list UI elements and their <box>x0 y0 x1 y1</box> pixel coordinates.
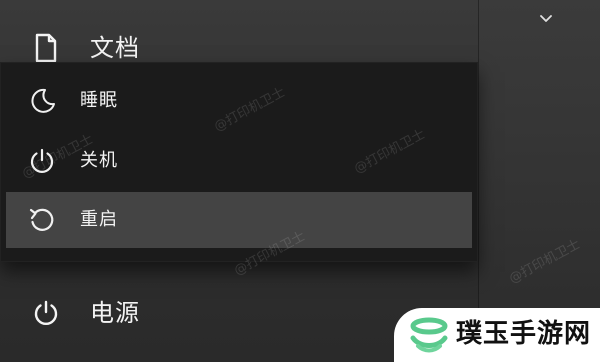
sleep-menu-item[interactable]: 睡眠 <box>0 72 478 130</box>
chevron-down-icon[interactable] <box>538 10 554 26</box>
brand-name: 璞玉手游网 <box>456 319 592 349</box>
logo-icon <box>406 316 452 356</box>
shutdown-menu-item[interactable]: 关机 <box>0 132 478 190</box>
power-icon <box>24 143 60 179</box>
restart-icon <box>24 202 60 238</box>
brand-logo-badge: 璞玉手游网 <box>394 308 600 362</box>
documents-label: 文档 <box>90 34 140 62</box>
power-icon <box>28 295 64 331</box>
sleep-label: 睡眠 <box>80 90 118 111</box>
document-icon <box>28 30 64 66</box>
restart-label: 重启 <box>80 209 118 230</box>
shutdown-label: 关机 <box>80 150 118 171</box>
power-flyout-menu: 睡眠 关机 重启 <box>0 62 478 262</box>
restart-menu-item[interactable]: 重启 <box>6 192 472 248</box>
power-label: 电源 <box>90 299 140 327</box>
start-menu-screen: 文档 睡眠 关机 重启 电源 璞玉手游网 <box>0 0 600 362</box>
moon-icon <box>24 83 60 119</box>
